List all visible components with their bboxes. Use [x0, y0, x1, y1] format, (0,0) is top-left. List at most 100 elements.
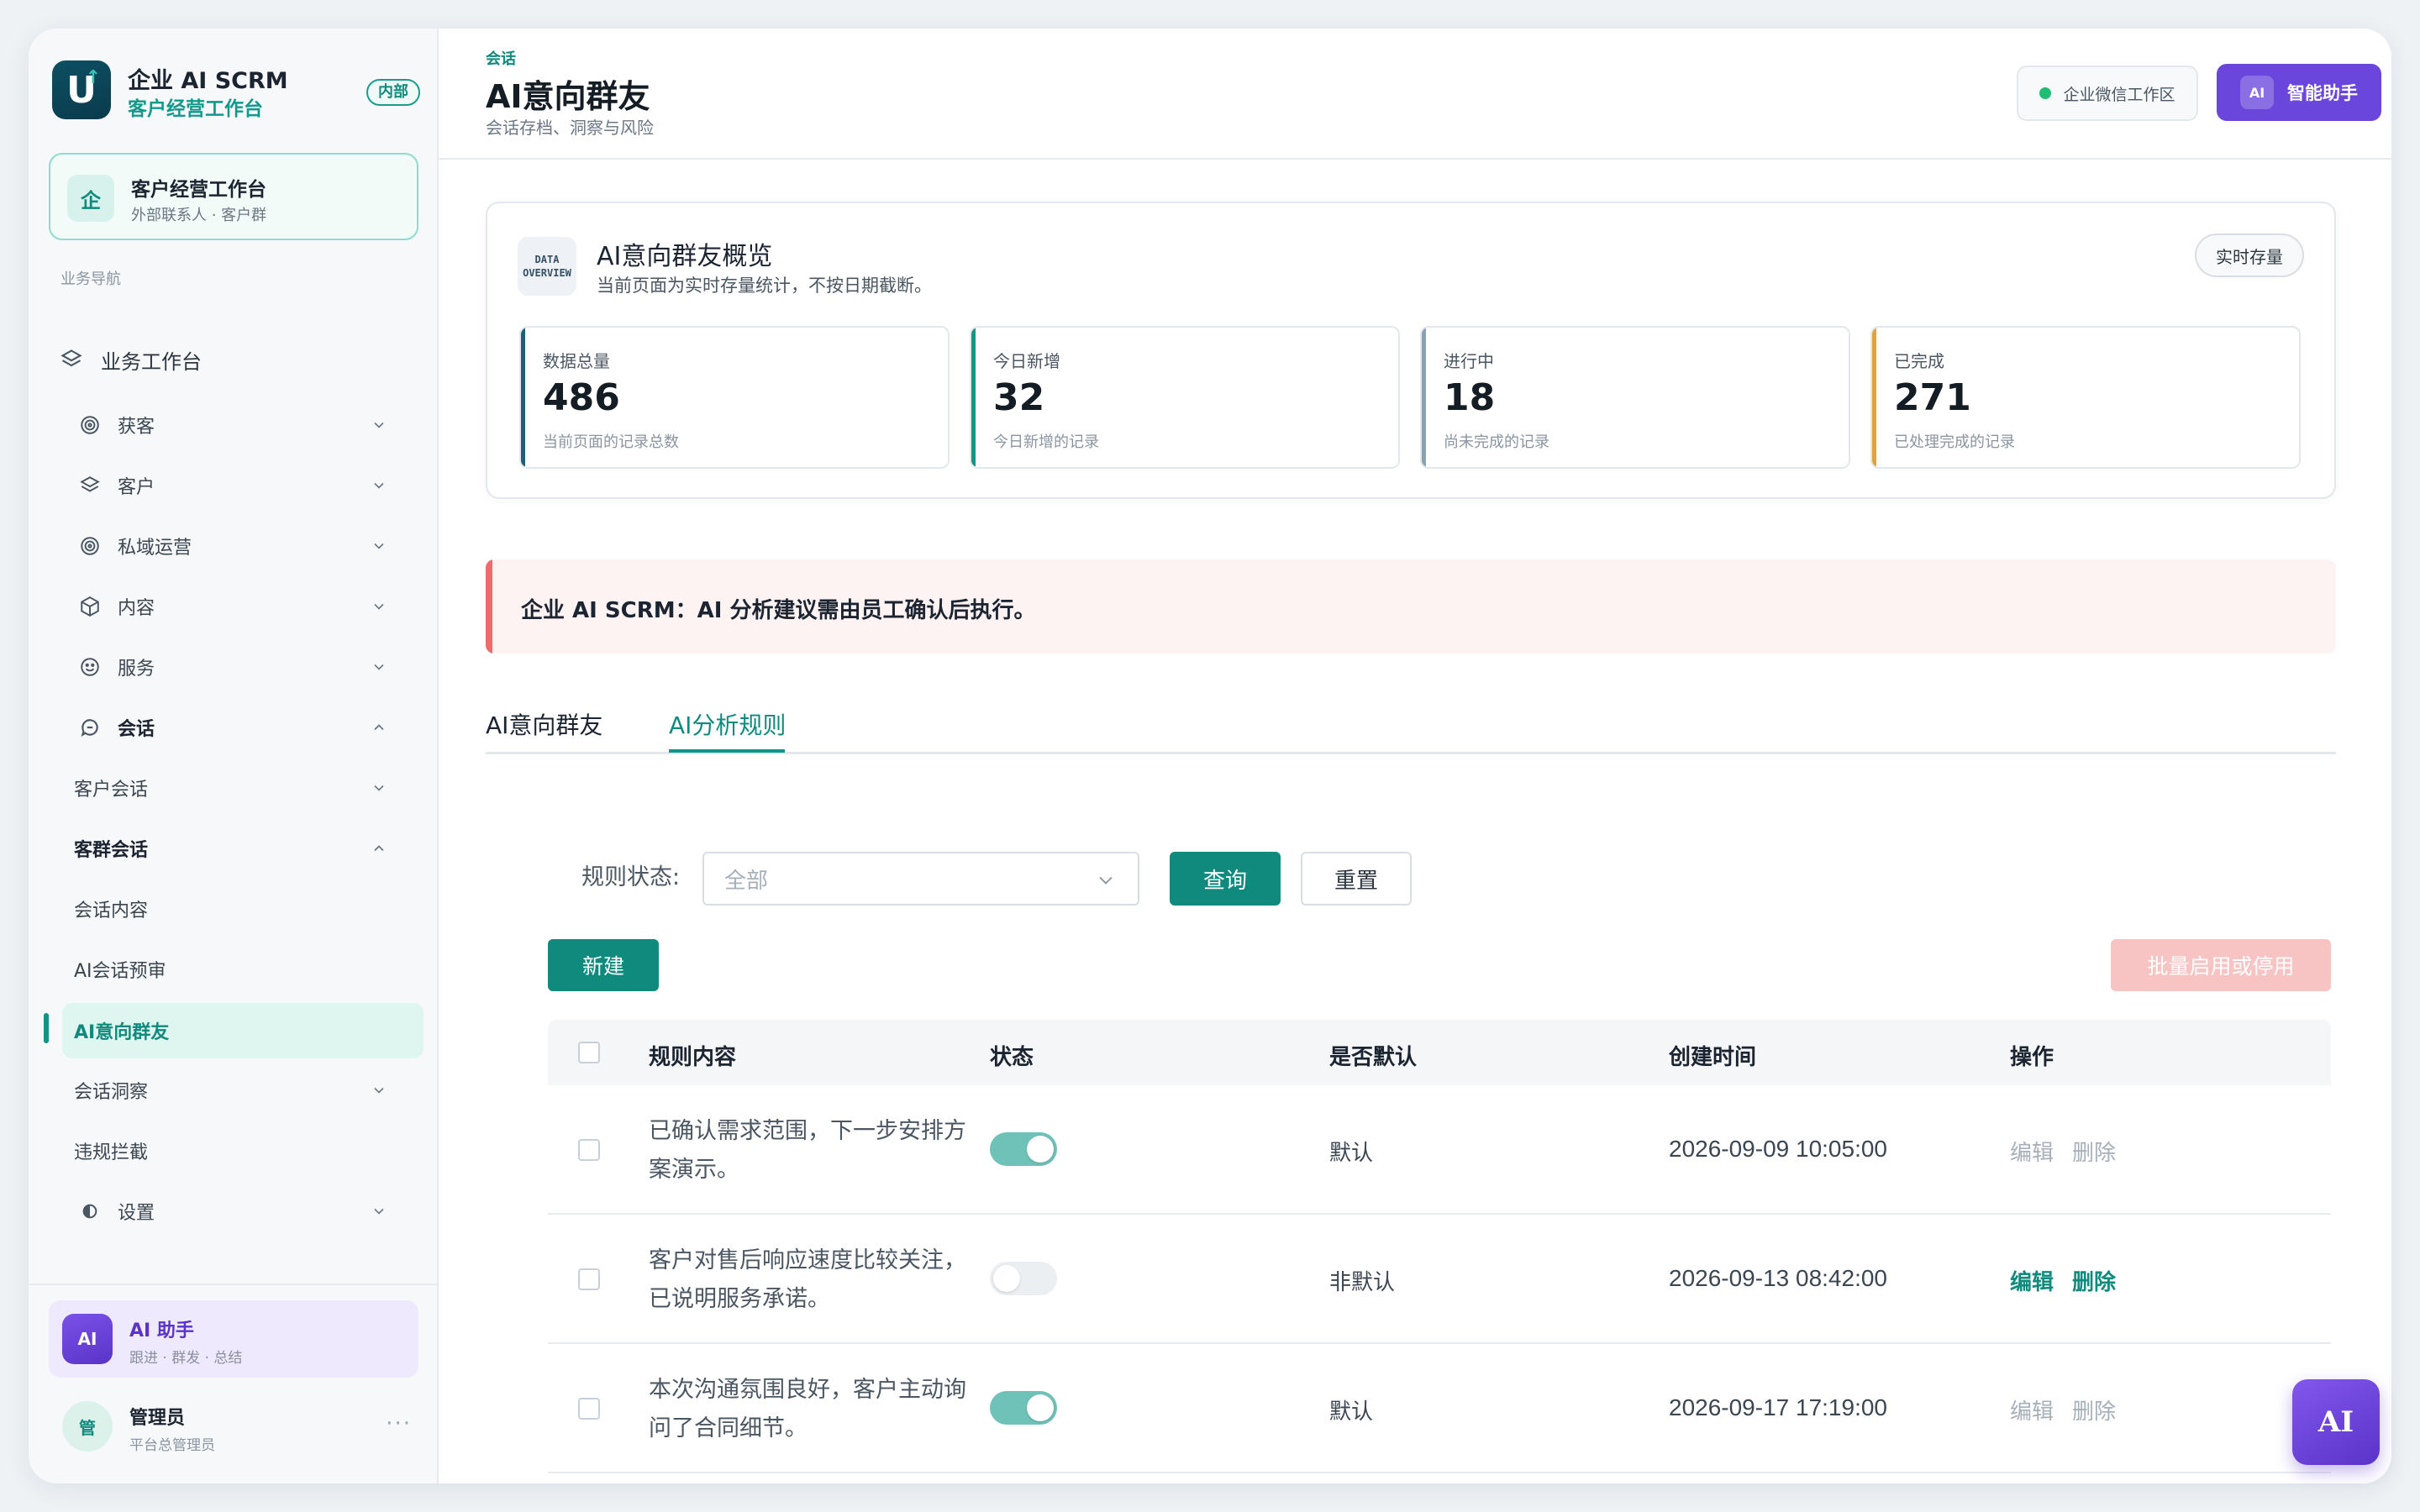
notice-text: 企业 AI SCRM：AI 分析建议需由员工确认后执行。 [521, 598, 1036, 623]
stat-accent-bar [521, 328, 525, 467]
rules-table: 规则内容 状态 是否默认 创建时间 操作 已确认需求范围，下一步安排方案演示。 … [548, 1020, 2331, 1473]
sidebar-item-content[interactable]: 内容 [62, 581, 424, 632]
wecom-workspace-pill[interactable]: 企业微信工作区 [2017, 66, 2198, 121]
toggle-knob [993, 1265, 1020, 1292]
sidebar-item-chat-insight[interactable]: 会话洞察 [62, 1065, 424, 1116]
delete-button[interactable]: 删除 [2072, 1265, 2116, 1296]
sidebar-item-chat-content[interactable]: 会话内容 [62, 884, 424, 934]
sidebar-item-violation-block[interactable]: 违规拦截 [62, 1126, 424, 1176]
new-button[interactable]: 新建 [548, 939, 659, 991]
toggle-knob [1027, 1394, 1054, 1421]
workspace-subtitle: 外部联系人 · 客户群 [131, 207, 267, 224]
avatar: 管 [62, 1401, 113, 1452]
active-tab-indicator [669, 749, 785, 753]
status-toggle[interactable] [990, 1391, 1057, 1425]
ai-floating-button[interactable]: AI [2292, 1379, 2380, 1465]
chevron-down-icon [1094, 869, 1118, 892]
more-icon[interactable]: ··· [386, 1411, 412, 1436]
arrow-up-icon: ↑ [85, 67, 101, 88]
rule-status-select[interactable]: 全部 [702, 852, 1139, 906]
smart-assistant-button[interactable]: AI 智能助手 [2217, 64, 2381, 121]
brand: U ↑ 企业 AI SCRM 客户经营工作台 内部 [52, 60, 422, 121]
sidebar-item-customer-chat[interactable]: 客户会话 [62, 763, 424, 813]
app-window: U ↑ 企业 AI SCRM 客户经营工作台 内部 企 客户经营工作台 外部联系人… [29, 29, 2391, 1483]
overview-card: DATA OVERVIEW AI意向群友概览 当前页面为实时存量统计，不按日期截… [486, 202, 2336, 499]
toggle-knob [1027, 1136, 1054, 1163]
tab-bar: AI意向群友 AI分析规则 [486, 699, 2336, 754]
edit-button[interactable]: 编辑 [2010, 1265, 2054, 1296]
brand-logo: U ↑ [52, 60, 111, 119]
column-header-default: 是否默认 [1329, 1045, 1418, 1070]
default-flag: 默认 [1329, 1141, 1374, 1166]
tab-ai-intent-members[interactable]: AI意向群友 [486, 707, 602, 741]
reset-button[interactable]: 重置 [1301, 852, 1412, 906]
user-profile[interactable]: 管 管理员 平台总管理员 ··· [49, 1393, 418, 1460]
table-header: 规则内容 状态 是否默认 创建时间 操作 [548, 1020, 2331, 1085]
chevron-down-icon [366, 1199, 392, 1224]
select-all-checkbox[interactable] [578, 1042, 600, 1063]
sidebar-divider [29, 1284, 439, 1285]
active-indicator [44, 1013, 49, 1043]
chevron-down-icon [366, 775, 392, 801]
row-checkbox[interactable] [578, 1268, 600, 1290]
page-header: 会话 AI意向群友 会话存档、洞察与风险 企业微信工作区 AI 智能助手 [439, 29, 2391, 160]
table-row: 本次沟通氛围良好，客户主动询问了合同细节。 默认 2026-09-17 17:1… [548, 1344, 2331, 1473]
stat-card-new-today: 今日新增 32 今日新增的记录 [970, 326, 1400, 469]
layers-icon [77, 473, 103, 498]
stat-card-in-progress: 进行中 18 尚未完成的记录 [1420, 326, 1850, 469]
rule-content: 客户对售后响应速度比较关注，已说明服务承诺。 [649, 1247, 966, 1312]
created-time: 2026-09-17 17:19:00 [1669, 1394, 1887, 1420]
delete-button[interactable]: 删除 [2072, 1136, 2116, 1167]
settings-icon [77, 1199, 103, 1224]
ai-avatar: AI [62, 1314, 113, 1364]
row-checkbox[interactable] [578, 1139, 600, 1161]
column-header-content: 规则内容 [649, 1045, 737, 1070]
column-header-status: 状态 [990, 1045, 1034, 1070]
stat-accent-bar [1872, 328, 1876, 467]
chat-icon [77, 715, 103, 740]
sidebar-item-private-ops[interactable]: 私域运营 [62, 521, 424, 571]
sidebar-item-ai-intent-members[interactable]: AI意向群友 [62, 1003, 424, 1058]
sidebar-item-ai-pre-review[interactable]: AI会话预审 [62, 944, 424, 995]
brand-title: 企业 AI SCRM [128, 68, 288, 94]
notice-banner: 企业 AI SCRM：AI 分析建议需由员工确认后执行。 [486, 559, 2336, 654]
row-checkbox[interactable] [578, 1398, 600, 1420]
edit-button[interactable]: 编辑 [2010, 1136, 2054, 1167]
chevron-up-icon [366, 836, 392, 861]
user-name: 管理员 [129, 1408, 186, 1429]
sidebar-item-group-chat[interactable]: 客群会话 [62, 823, 424, 874]
status-toggle[interactable] [990, 1132, 1057, 1166]
overview-title: AI意向群友概览 [597, 242, 773, 271]
delete-button[interactable]: 删除 [2072, 1394, 2116, 1425]
query-button[interactable]: 查询 [1170, 852, 1281, 906]
column-header-created: 创建时间 [1669, 1045, 1757, 1070]
status-toggle[interactable] [990, 1262, 1057, 1295]
brand-subtitle: 客户经营工作台 [128, 98, 263, 120]
sidebar-item-acquire[interactable]: 获客 [62, 400, 424, 450]
target-icon [77, 533, 103, 559]
breadcrumb[interactable]: 会话 [486, 47, 516, 69]
notice-accent-bar [486, 559, 492, 654]
chevron-up-icon [366, 715, 392, 740]
workspace-switcher[interactable]: 企 客户经营工作台 外部联系人 · 客户群 [49, 153, 418, 240]
stat-card-total: 数据总量 486 当前页面的记录总数 [519, 326, 950, 469]
stat-accent-bar [1422, 328, 1426, 467]
edit-button[interactable]: 编辑 [2010, 1394, 2054, 1425]
column-header-actions: 操作 [2010, 1045, 2054, 1070]
sidebar-item-settings[interactable]: 设置 [62, 1186, 424, 1236]
sidebar-item-conversation[interactable]: 会话 [62, 702, 424, 753]
realtime-stock-badge: 实时存量 [2195, 234, 2304, 277]
ai-assistant-title: AI 助手 [129, 1320, 194, 1341]
user-role: 平台总管理员 [129, 1437, 215, 1454]
smile-icon [77, 654, 103, 680]
sidebar-item-service[interactable]: 服务 [62, 642, 424, 692]
tab-ai-analysis-rules[interactable]: AI分析规则 [669, 707, 786, 741]
target-icon [77, 412, 103, 438]
batch-toggle-button[interactable]: 批量启用或停用 [2111, 939, 2331, 991]
workspace-icon: 企 [67, 175, 114, 222]
ai-assistant-card[interactable]: AI AI 助手 跟进 · 群发 · 总结 [49, 1300, 418, 1378]
table-row: 已确认需求范围，下一步安排方案演示。 默认 2026-09-09 10:05:0… [548, 1085, 2331, 1215]
data-overview-icon: DATA OVERVIEW [518, 237, 576, 296]
sidebar-item-workbench[interactable]: 业务工作台 [59, 334, 420, 385]
sidebar-item-customer[interactable]: 客户 [62, 460, 424, 511]
